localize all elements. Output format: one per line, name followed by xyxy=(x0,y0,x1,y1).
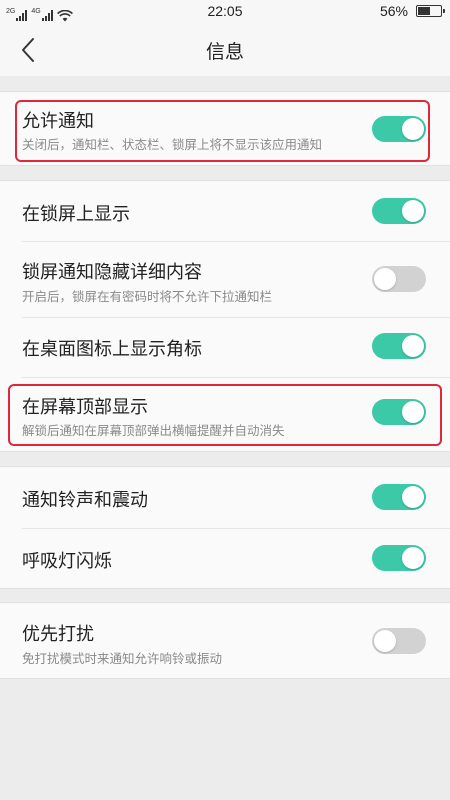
setting-row-priority: 优先打扰 免打扰模式时来通知允许响铃或振动 xyxy=(0,603,450,678)
toggle-knob xyxy=(374,630,396,652)
battery-level-fill xyxy=(418,7,430,15)
allow-notifications-toggle[interactable] xyxy=(372,116,426,142)
toggle-knob xyxy=(402,547,424,569)
setting-title: 通知铃声和震动 xyxy=(22,490,148,511)
setting-title: 锁屏通知隐藏详细内容 xyxy=(22,262,202,283)
sound-vibration-toggle[interactable] xyxy=(372,484,426,510)
setting-subtitle: 关闭后，通知栏、状态栏、锁屏上将不显示该应用通知 xyxy=(22,137,323,152)
toggle-knob xyxy=(402,118,424,140)
breathing-light-toggle[interactable] xyxy=(372,545,426,571)
battery-status: 56% xyxy=(379,3,445,19)
settings-group-allow: 允许通知 关闭后，通知栏、状态栏、锁屏上将不显示该应用通知 xyxy=(0,91,450,166)
setting-title: 呼吸灯闪烁 xyxy=(22,551,112,572)
setting-title: 在桌面图标上显示角标 xyxy=(22,339,202,360)
setting-row-show-at-top: 在屏幕顶部显示 解锁后通知在屏幕顶部弹出横幅提醒并自动消失 xyxy=(0,377,450,451)
setting-row-sound: 通知铃声和震动 xyxy=(0,467,450,528)
settings-group-alerts: 通知铃声和震动 呼吸灯闪烁 xyxy=(0,466,450,589)
page-title: 信息 xyxy=(205,41,244,63)
app-badge-toggle[interactable] xyxy=(372,333,426,359)
setting-title: 在锁屏上显示 xyxy=(22,204,130,225)
settings-group-dnd: 优先打扰 免打扰模式时来通知允许响铃或振动 xyxy=(0,602,450,679)
toggle-knob xyxy=(402,200,424,222)
setting-subtitle: 解锁后通知在屏幕顶部弹出横幅提醒并自动消失 xyxy=(22,423,285,438)
toggle-knob xyxy=(374,268,396,290)
setting-row-hide-details: 锁屏通知隐藏详细内容 开启后，锁屏在有密码时将不允许下拉通知栏 xyxy=(0,241,450,317)
setting-subtitle: 开启后，锁屏在有密码时将不允许下拉通知栏 xyxy=(22,289,273,304)
battery-percent: 56% xyxy=(379,3,408,19)
setting-row-allow-notifications: 允许通知 关闭后，通知栏、状态栏、锁屏上将不显示该应用通知 xyxy=(0,92,450,165)
setting-row-breathing-light: 呼吸灯闪烁 xyxy=(0,528,450,588)
setting-subtitle: 免打扰模式时来通知允许响铃或振动 xyxy=(22,651,223,666)
setting-title: 在屏幕顶部显示 xyxy=(22,397,148,418)
setting-title: 允许通知 xyxy=(22,111,94,132)
setting-row-app-badge: 在桌面图标上显示角标 xyxy=(0,317,450,377)
toggle-knob xyxy=(402,401,424,423)
setting-title: 优先打扰 xyxy=(22,624,94,645)
toggle-knob xyxy=(402,335,424,357)
setting-row-lock-screen: 在锁屏上显示 xyxy=(0,181,450,241)
app-header: 信息 xyxy=(0,24,450,76)
toggle-knob xyxy=(402,486,424,508)
hide-details-toggle[interactable] xyxy=(372,266,426,292)
settings-group-display: 在锁屏上显示 锁屏通知隐藏详细内容 开启后，锁屏在有密码时将不允许下拉通知栏 在… xyxy=(0,180,450,452)
show-at-top-toggle[interactable] xyxy=(372,399,426,425)
status-bar: 2G 4G 22:05 56% xyxy=(0,0,450,24)
priority-toggle[interactable] xyxy=(372,628,426,654)
battery-icon xyxy=(416,5,445,17)
lock-screen-toggle[interactable] xyxy=(372,198,426,224)
